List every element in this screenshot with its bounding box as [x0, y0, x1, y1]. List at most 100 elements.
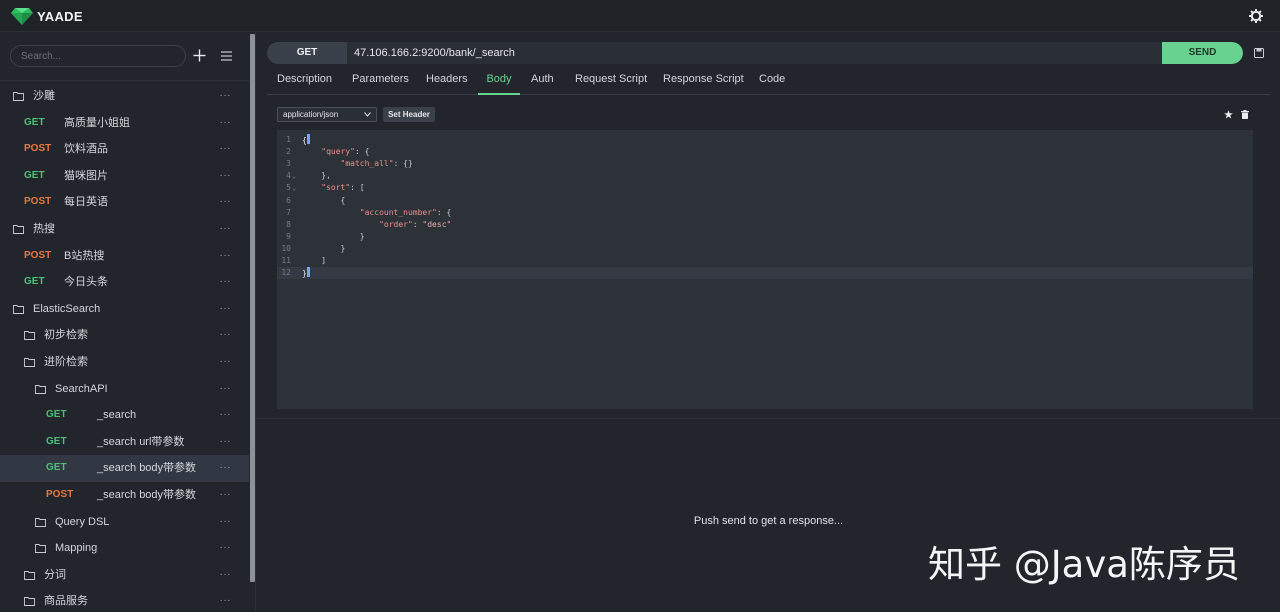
tab-response-script[interactable]: Response Script	[663, 68, 744, 95]
response-divider	[257, 418, 1280, 419]
tree-request[interactable]: GET 今日头条 ···	[0, 269, 249, 296]
tree-item-label: 沙雕	[33, 90, 55, 102]
more-options-button[interactable]: ···	[220, 482, 232, 509]
fold-chevron-icon[interactable]: ⌄	[292, 182, 296, 194]
more-options-button[interactable]: ···	[220, 322, 232, 349]
app-title: YAADE	[37, 9, 83, 24]
tree-request[interactable]: POST 饮料酒品 ···	[0, 136, 249, 163]
more-options-button[interactable]: ···	[220, 588, 232, 612]
line-number: 3	[286, 159, 291, 169]
code-text: "account_number": {	[359, 207, 452, 217]
tab-request-script[interactable]: Request Script	[575, 68, 647, 95]
folder-icon	[13, 92, 24, 101]
body-editor[interactable]: 1{2 "query": {3 "match_all": {} 4 ⌄ }, 5 ⌄ "…	[277, 130, 1253, 409]
folder-icon	[35, 517, 46, 527]
method-badge: GET	[24, 169, 45, 181]
tree-request[interactable]: GET _search url带参数 ···	[0, 429, 249, 456]
tree-request[interactable]: GET _search body带参数 ···	[0, 455, 249, 482]
more-options-button[interactable]: ···	[220, 455, 232, 482]
more-options-button[interactable]: ···	[220, 136, 232, 163]
tree-folder[interactable]: 进阶检索 ···	[0, 349, 249, 376]
code-text: }	[302, 267, 310, 280]
tree-request[interactable]: POST 每日英语 ···	[0, 189, 249, 216]
more-options-button[interactable]: ···	[220, 349, 232, 376]
logo-gem-icon	[11, 8, 33, 25]
tree-folder[interactable]: 沙雕 ···	[0, 83, 249, 110]
line-number: 9	[286, 231, 291, 241]
save-icon[interactable]	[1254, 48, 1264, 58]
send-button[interactable]: SEND	[1162, 42, 1243, 64]
more-options-button[interactable]: ···	[220, 243, 232, 270]
line-number: 10	[281, 243, 291, 253]
tab-body[interactable]: Body	[478, 68, 520, 95]
tree-item-label: 分词	[44, 568, 66, 581]
fold-chevron-icon[interactable]: ⌄	[292, 170, 296, 182]
tree-item-label: _search	[97, 409, 137, 422]
tab-code[interactable]: Code	[759, 68, 785, 95]
content-type-select[interactable]: application/json	[277, 107, 377, 122]
method-badge: GET	[46, 462, 67, 474]
more-options-button[interactable]: ···	[220, 189, 232, 216]
tree-request[interactable]: POST B站热搜 ···	[0, 243, 249, 270]
code-line: 1{	[277, 134, 1253, 146]
code-line: 3 "match_all": {}	[277, 158, 1253, 170]
code-text: }	[302, 231, 365, 241]
tree-folder[interactable]: ElasticSearch ···	[0, 296, 249, 323]
tree-item-label: 饮料酒品	[64, 143, 108, 156]
search-input[interactable]	[10, 45, 186, 67]
tree-item-label: 高质量小姐姐	[64, 116, 130, 129]
tab-headers[interactable]: Headers	[426, 68, 468, 95]
tree-item-label: SearchAPI	[55, 382, 108, 395]
tree-request[interactable]: GET 高质量小姐姐 ···	[0, 110, 249, 137]
tree-item-label: _search body带参数	[97, 462, 197, 475]
sidebar-scrollbar[interactable]	[249, 32, 255, 612]
sidebar-divider	[0, 80, 255, 81]
line-number: 6	[286, 195, 291, 205]
tree-folder[interactable]: Mapping ···	[0, 535, 249, 562]
set-header-button[interactable]: Set Header	[383, 107, 435, 122]
tree-folder[interactable]: SearchAPI ···	[0, 376, 249, 403]
more-options-button[interactable]: ···	[220, 296, 232, 323]
tree-folder[interactable]: Query DSL ···	[0, 509, 249, 536]
more-options-button[interactable]: ···	[220, 163, 232, 190]
tree-item-label: 每日英语	[64, 196, 108, 209]
tab-auth[interactable]: Auth	[531, 68, 554, 95]
scrollbar-thumb[interactable]	[250, 34, 255, 582]
line-number: 12	[281, 268, 291, 278]
more-options-button[interactable]: ···	[220, 376, 232, 403]
code-text: ]	[302, 256, 327, 265]
method-badge: GET	[46, 435, 67, 447]
tree-folder[interactable]: 分词 ···	[0, 562, 249, 589]
folder-icon	[13, 304, 24, 314]
tab-description[interactable]: Description	[277, 68, 332, 95]
more-options-button[interactable]: ···	[220, 509, 232, 536]
more-options-button[interactable]: ···	[220, 402, 232, 429]
url-input[interactable]: 47.106.166.2:9200/bank/_search	[354, 42, 1154, 64]
more-options-button[interactable]: ···	[220, 535, 232, 562]
tree-folder[interactable]: 热搜 ···	[0, 216, 249, 243]
more-options-button[interactable]: ···	[220, 269, 232, 296]
tree-item-label: 今日头条	[64, 276, 108, 289]
more-options-button[interactable]: ···	[220, 110, 232, 137]
tree-item-label: 初步检索	[44, 329, 88, 342]
more-options-button[interactable]: ···	[220, 83, 232, 110]
method-select[interactable]: GET	[267, 42, 347, 64]
trash-icon[interactable]	[1241, 110, 1249, 119]
star-icon[interactable]	[1224, 110, 1233, 119]
tree-item-label: B站热搜	[64, 249, 105, 262]
line-number: 7	[286, 207, 291, 217]
gear-icon[interactable]	[1249, 9, 1263, 23]
tree-item-label: 进阶检索	[44, 355, 88, 368]
code-text: "query": {	[321, 147, 370, 157]
more-options-button[interactable]: ···	[220, 562, 232, 589]
tree-request[interactable]: GET 猫咪图片 ···	[0, 163, 249, 190]
tree-request[interactable]: POST _search body带参数 ···	[0, 482, 249, 509]
menu-icon[interactable]	[221, 51, 232, 61]
tab-parameters[interactable]: Parameters	[352, 68, 409, 95]
more-options-button[interactable]: ···	[220, 216, 232, 243]
plus-icon[interactable]	[193, 49, 206, 62]
tree-folder[interactable]: 初步检索 ···	[0, 322, 249, 349]
more-options-button[interactable]: ···	[220, 429, 232, 456]
tree-folder[interactable]: 商品服务 ···	[0, 588, 249, 612]
tree-request[interactable]: GET _search ···	[0, 402, 249, 429]
